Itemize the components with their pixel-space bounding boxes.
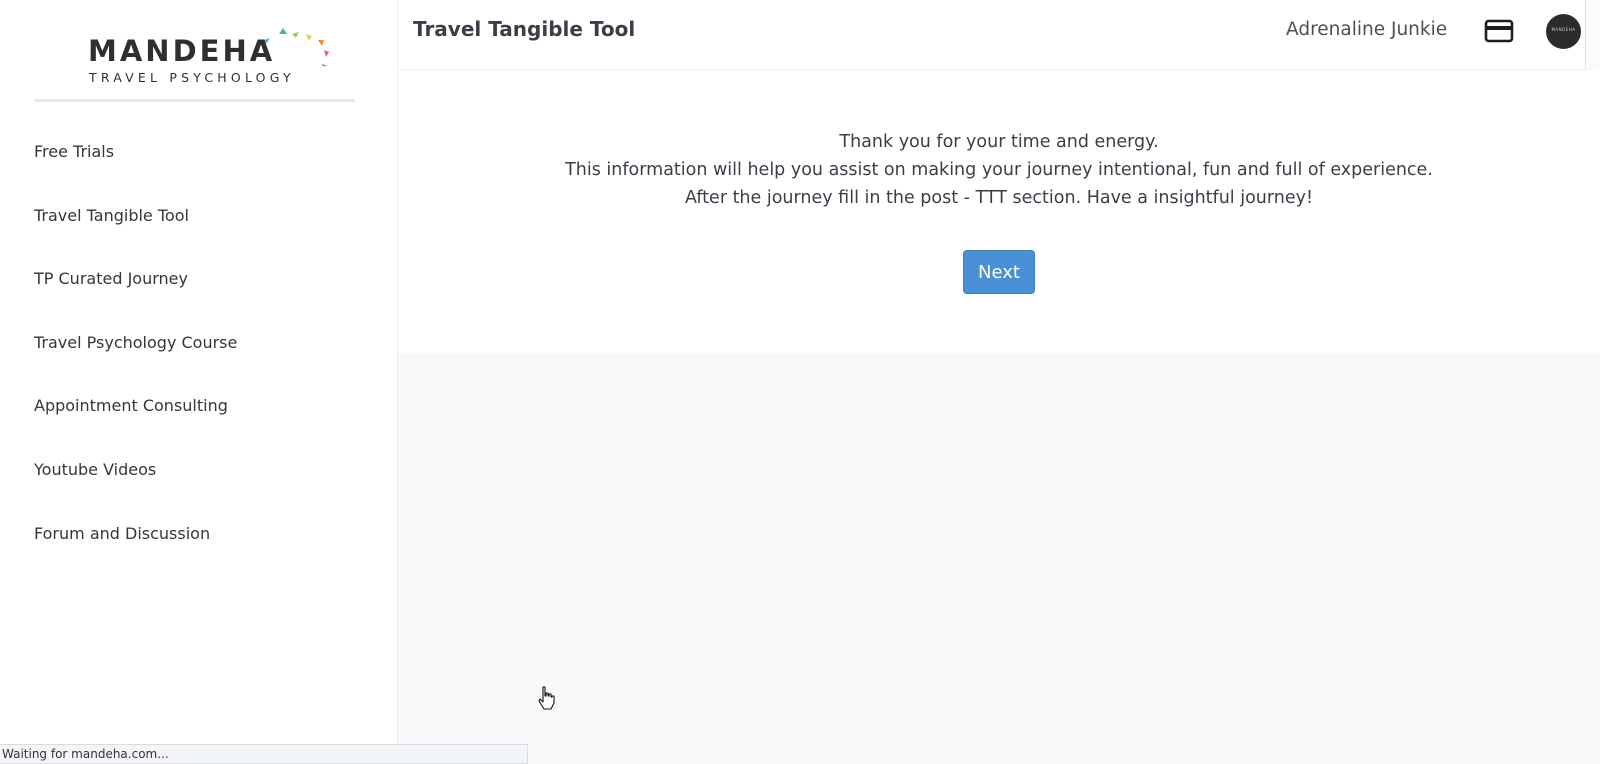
top-bar: Travel Tangible Tool Adrenaline Junkie M… (398, 0, 1600, 70)
logo-subtitle: TRAVEL PSYCHOLOGY (89, 70, 295, 85)
avatar-logo-text: MANDEHA (1551, 27, 1576, 32)
sidebar-item-forum-and-discussion[interactable]: Forum and Discussion (0, 502, 398, 566)
sidebar: MANDEHA TRAVEL PSYCHOLOGY Free Trials Tr… (0, 0, 398, 764)
message-line-2: This information will help you assist on… (565, 160, 1433, 180)
message-line-3: After the journey fill in the post - TTT… (684, 188, 1313, 208)
avatar[interactable]: MANDEHA (1546, 14, 1581, 49)
sidebar-nav: Free Trials Travel Tangible Tool TP Cura… (0, 120, 398, 565)
sidebar-item-travel-psychology-course[interactable]: Travel Psychology Course (0, 311, 398, 375)
page-title: Travel Tangible Tool (413, 17, 636, 41)
main-card: Thank you for your time and energy. This… (398, 70, 1600, 353)
hand-cursor-icon (538, 686, 555, 710)
logo-title: MANDEHA (88, 34, 276, 68)
user-name[interactable]: Adrenaline Junkie (1286, 19, 1447, 40)
next-button[interactable]: Next (963, 250, 1035, 294)
sidebar-item-tp-curated-journey[interactable]: TP Curated Journey (0, 247, 398, 311)
credit-card-icon[interactable] (1484, 18, 1514, 44)
brand-logo[interactable]: MANDEHA TRAVEL PSYCHOLOGY (34, 14, 355, 102)
sidebar-item-youtube-videos[interactable]: Youtube Videos (0, 438, 398, 502)
browser-status-bar: Waiting for mandeha.com... (0, 744, 528, 764)
sidebar-item-travel-tangible-tool[interactable]: Travel Tangible Tool (0, 184, 398, 248)
thank-you-message: Thank you for your time and energy. This… (398, 128, 1600, 212)
sidebar-item-appointment-consulting[interactable]: Appointment Consulting (0, 374, 398, 438)
message-line-1: Thank you for your time and energy. (839, 132, 1159, 152)
sidebar-item-free-trials[interactable]: Free Trials (0, 120, 398, 184)
